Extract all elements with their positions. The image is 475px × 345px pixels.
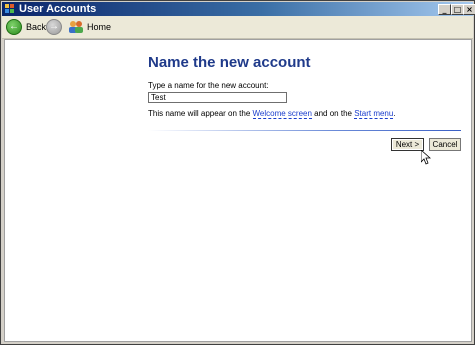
- title-bar[interactable]: User Accounts _ □ ×: [2, 2, 475, 16]
- welcome-screen-link[interactable]: Welcome screen: [252, 109, 312, 119]
- account-name-input[interactable]: [148, 92, 287, 103]
- info-prefix: This name will appear on the: [148, 109, 253, 118]
- divider: [148, 130, 461, 131]
- minimize-button[interactable]: _: [438, 4, 451, 15]
- window-title: User Accounts: [19, 3, 97, 15]
- back-label: Back: [26, 22, 47, 32]
- account-name-label: Type a name for the new account:: [148, 81, 269, 90]
- toolbar: ← Back → Home: [2, 16, 473, 39]
- forward-button[interactable]: →: [46, 19, 62, 35]
- home-button[interactable]: Home: [68, 19, 111, 35]
- user-accounts-home-icon: [69, 21, 83, 33]
- page-title: Name the new account: [148, 54, 311, 71]
- back-button[interactable]: ← Back: [6, 19, 46, 35]
- user-accounts-icon: [5, 4, 14, 13]
- cancel-button[interactable]: Cancel: [429, 138, 461, 151]
- next-button[interactable]: Next >: [391, 138, 424, 151]
- start-menu-link[interactable]: Start menu: [354, 109, 394, 119]
- forward-arrow-icon: →: [46, 19, 62, 35]
- back-arrow-icon: ←: [6, 19, 22, 35]
- mouse-cursor-icon: [421, 150, 431, 165]
- home-label: Home: [87, 22, 112, 32]
- user-accounts-window: User Accounts _ □ × ← Back → Home Name t…: [0, 0, 475, 345]
- info-middle: and on the: [311, 109, 355, 118]
- info-text: This name will appear on the Welcome scr…: [148, 109, 396, 119]
- wizard-content: Name the new account Type a name for the…: [4, 39, 472, 342]
- info-suffix: .: [393, 109, 396, 118]
- close-button[interactable]: ×: [463, 4, 475, 15]
